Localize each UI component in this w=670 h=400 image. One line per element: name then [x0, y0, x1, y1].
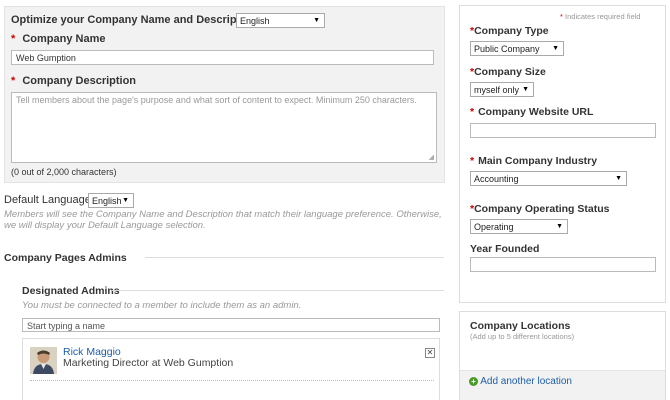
chevron-down-icon: ▼ — [615, 175, 622, 182]
company-name-label-row: * Company Name — [11, 33, 105, 45]
locations-title: Company Locations — [470, 320, 571, 332]
company-size-select[interactable]: myself only ▼ — [470, 82, 534, 97]
required-star: * — [11, 33, 16, 45]
optimize-language-value: English — [240, 16, 270, 26]
website-label: Company Website URL — [478, 106, 594, 118]
company-description-label: Company Description — [22, 75, 137, 87]
required-field-note-text: Indicates required field — [565, 12, 641, 21]
default-language-value: English — [92, 196, 122, 206]
default-language-help: Members will see the Company Name and De… — [4, 209, 442, 231]
designated-admins-title: Designated Admins — [22, 285, 120, 297]
company-type-label-row: *Company Type — [470, 25, 549, 37]
company-size-label-row: *Company Size — [470, 66, 546, 78]
add-location-link[interactable]: + Add another location — [469, 376, 572, 387]
chevron-down-icon: ▼ — [313, 17, 320, 24]
remove-admin-button[interactable]: ✕ — [425, 348, 435, 358]
description-char-counter: (0 out of 2,000 characters) — [11, 167, 117, 177]
designated-admins-divider — [112, 290, 444, 291]
add-location-label: Add another location — [480, 376, 572, 387]
admins-note: You must be connected to a member to inc… — [22, 300, 302, 311]
chevron-down-icon: ▼ — [122, 197, 129, 204]
plus-icon: + — [469, 377, 478, 386]
industry-label: Main Company Industry — [478, 155, 598, 167]
admins-section-title: Company Pages Admins — [4, 252, 127, 264]
company-name-input[interactable]: Web Gumption — [11, 50, 434, 65]
chevron-down-icon: ▼ — [522, 86, 529, 93]
resize-handle-icon[interactable]: ◢ — [429, 153, 434, 161]
industry-value: Accounting — [474, 174, 519, 184]
company-size-value: myself only — [474, 85, 520, 95]
year-founded-label: Year Founded — [470, 243, 540, 255]
required-field-note: * Indicates required field — [560, 12, 640, 21]
admin-card-dotted-divider — [30, 380, 434, 381]
default-language-label: Default Language: — [4, 194, 94, 206]
admin-search-placeholder: Start typing a name — [27, 321, 106, 331]
website-label-row: * Company Website URL — [470, 106, 593, 118]
default-language-select[interactable]: English ▼ — [88, 193, 134, 208]
company-description-placeholder: Tell members about the page's purpose an… — [16, 95, 417, 105]
required-star: * — [470, 155, 475, 167]
required-star: * — [470, 106, 475, 118]
year-founded-input[interactable] — [470, 257, 656, 272]
admin-search-input[interactable]: Start typing a name — [22, 318, 440, 332]
status-value: Operating — [474, 222, 514, 232]
admins-section-divider — [145, 257, 444, 258]
industry-label-row: * Main Company Industry — [470, 155, 597, 167]
status-label-row: *Company Operating Status — [470, 203, 609, 215]
company-type-select[interactable]: Public Company ▼ — [470, 41, 564, 56]
industry-select[interactable]: Accounting ▼ — [470, 171, 627, 186]
company-type-label: Company Type — [474, 25, 549, 37]
locations-subtitle: (Add up to 5 different locations) — [470, 332, 575, 341]
company-description-textarea[interactable]: Tell members about the page's purpose an… — [11, 92, 437, 163]
required-star: * — [11, 75, 16, 87]
status-label: Company Operating Status — [474, 203, 610, 215]
chevron-down-icon: ▼ — [556, 223, 563, 230]
close-icon: ✕ — [426, 348, 434, 357]
company-name-value: Web Gumption — [16, 53, 76, 63]
website-input[interactable] — [470, 123, 656, 138]
optimize-language-select[interactable]: English ▼ — [236, 13, 325, 28]
status-select[interactable]: Operating ▼ — [470, 219, 568, 234]
company-description-label-row: * Company Description — [11, 75, 136, 87]
company-size-label: Company Size — [474, 66, 546, 78]
company-type-value: Public Company — [474, 44, 540, 54]
company-name-label: Company Name — [22, 33, 106, 45]
chevron-down-icon: ▼ — [552, 45, 559, 52]
required-star: * — [560, 12, 563, 21]
admin-title: Marketing Director at Web Gumption — [63, 357, 234, 369]
avatar — [30, 347, 57, 374]
